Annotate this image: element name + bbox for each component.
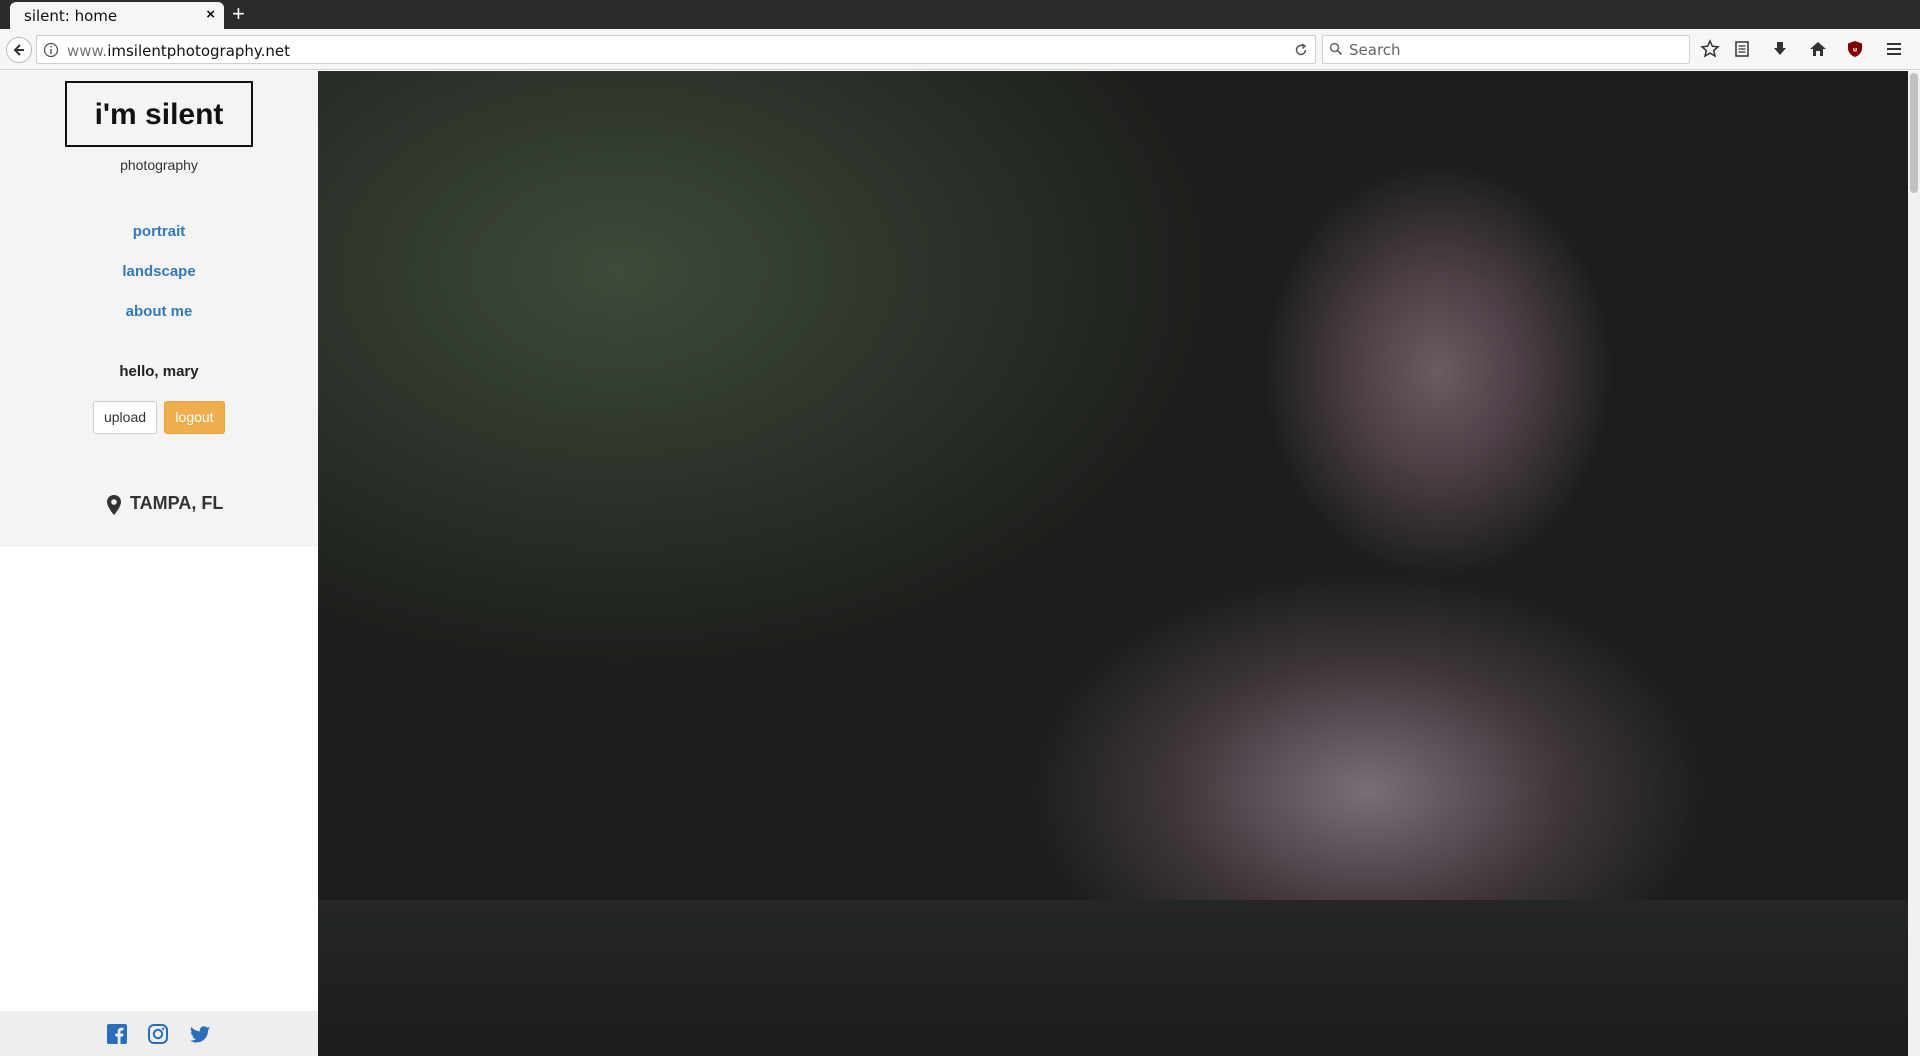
url-prefix: www.: [67, 42, 108, 60]
tab-title: silent: home: [24, 7, 118, 25]
instagram-icon[interactable]: [147, 1023, 169, 1045]
location-text: TAMPA, FL: [130, 493, 224, 513]
back-arrow-icon: [13, 44, 24, 56]
nav-link-portrait[interactable]: portrait: [0, 223, 318, 240]
hero-photo-portrait: [318, 71, 1908, 900]
bookmark-star-icon[interactable]: [1700, 39, 1720, 59]
reload-icon[interactable]: [1293, 42, 1309, 58]
logo-title: i'm silent: [94, 98, 224, 131]
shield-icon[interactable]: u: [1845, 39, 1865, 59]
navigation-bar: www.imsilentphotography.net u: [0, 29, 1920, 70]
site-logo[interactable]: i'm silent: [65, 81, 253, 147]
nav-link-about-me[interactable]: about me: [0, 303, 318, 320]
upload-button[interactable]: upload: [93, 401, 157, 434]
search-input[interactable]: [1347, 39, 1681, 61]
twitter-icon[interactable]: [189, 1023, 211, 1045]
tab-active[interactable]: silent: home ×: [10, 2, 224, 29]
download-icon[interactable]: [1770, 39, 1790, 59]
reading-list-icon[interactable]: [1732, 39, 1752, 59]
hero-photo[interactable]: [318, 71, 1908, 1056]
logo-subtitle: photography: [120, 157, 198, 173]
hero-photo-lower: [318, 900, 1908, 1056]
logout-button[interactable]: logout: [164, 401, 225, 434]
social-links: [0, 1011, 318, 1056]
url-domain: imsilentphotography.net: [107, 42, 291, 60]
nav-link-landscape[interactable]: landscape: [0, 263, 318, 280]
url-text: www.imsilentphotography.net: [67, 42, 290, 60]
search-bar[interactable]: [1322, 35, 1690, 64]
page-scrollbar[interactable]: [1908, 71, 1920, 1056]
search-icon: [1329, 42, 1343, 56]
back-button[interactable]: [6, 37, 32, 63]
close-tab-icon[interactable]: ×: [206, 6, 215, 23]
sidebar: i'm silent photography portrait landscap…: [0, 71, 318, 547]
url-bar[interactable]: www.imsilentphotography.net: [36, 35, 1316, 64]
home-icon[interactable]: [1808, 39, 1828, 59]
scrollbar-thumb[interactable]: [1910, 73, 1918, 193]
facebook-icon[interactable]: [106, 1023, 128, 1045]
tab-bar: silent: home × +: [0, 0, 1920, 29]
info-icon[interactable]: [43, 42, 59, 58]
user-greeting: hello, mary: [119, 363, 199, 380]
location-pin-icon: [107, 495, 121, 515]
svg-text:u: u: [1853, 47, 1857, 54]
menu-icon[interactable]: [1884, 39, 1904, 59]
new-tab-icon[interactable]: +: [232, 1, 245, 27]
